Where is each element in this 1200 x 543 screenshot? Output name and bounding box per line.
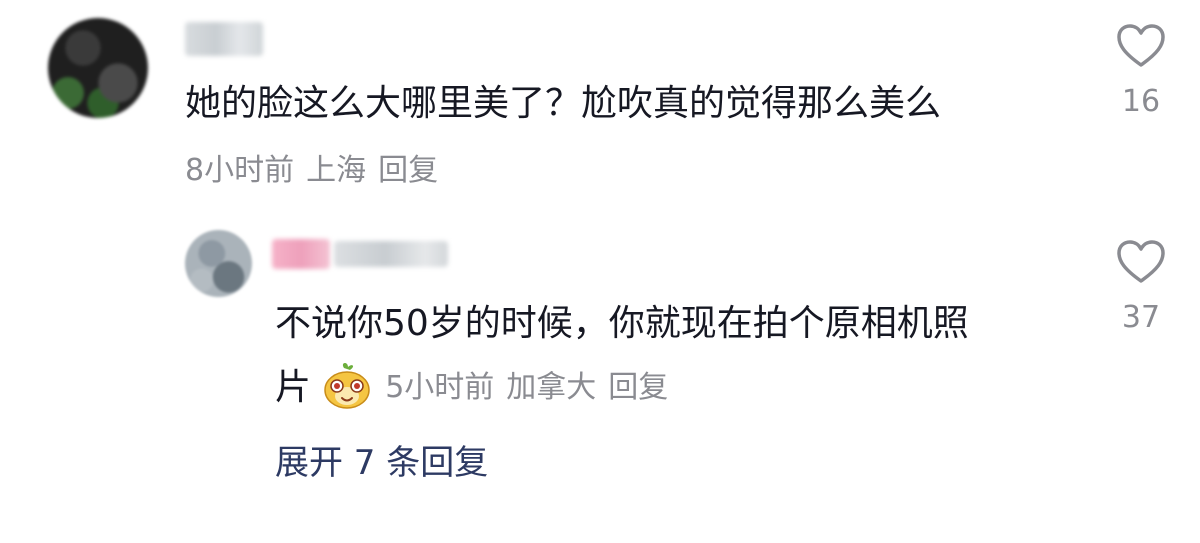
reply-like-count: 37: [1121, 300, 1161, 335]
commenter-name-blurred[interactable]: [185, 22, 263, 56]
comment-reply-button[interactable]: 回复: [378, 153, 438, 188]
commenter-avatar[interactable]: [48, 18, 148, 118]
heart-icon[interactable]: [1106, 24, 1176, 68]
replier-name-blurred[interactable]: [272, 237, 450, 273]
reply-like[interactable]: 37: [1106, 240, 1176, 336]
comment-text: 她的脸这么大哪里美了？尬吹真的觉得那么美么: [185, 83, 942, 124]
heart-icon[interactable]: [1106, 240, 1176, 284]
reply-reply-button[interactable]: 回复: [608, 370, 668, 405]
comment-like-count: 16: [1121, 84, 1161, 119]
reply-text-line1: 不说你50岁的时候，你就现在拍个原相机照: [275, 303, 969, 344]
reply-time: 5小时前: [385, 370, 495, 405]
comment-location: 上海: [306, 153, 367, 188]
reply-text-line2: 片: [275, 367, 312, 408]
reply-second-line: 片 5小时前 加拿大 回复: [275, 362, 668, 412]
smiling-face-sticker-icon: [322, 362, 372, 414]
reply-meta: 5小时前 加拿大 回复: [385, 370, 668, 405]
replier-avatar[interactable]: [185, 230, 252, 297]
reply-location: 加拿大: [506, 370, 597, 405]
comment-meta: 8小时前 上海 回复: [185, 153, 438, 189]
expand-replies-button[interactable]: 展开 7 条回复: [275, 441, 488, 485]
comment-like[interactable]: 16: [1106, 24, 1176, 120]
comment-time: 8小时前: [185, 153, 295, 188]
